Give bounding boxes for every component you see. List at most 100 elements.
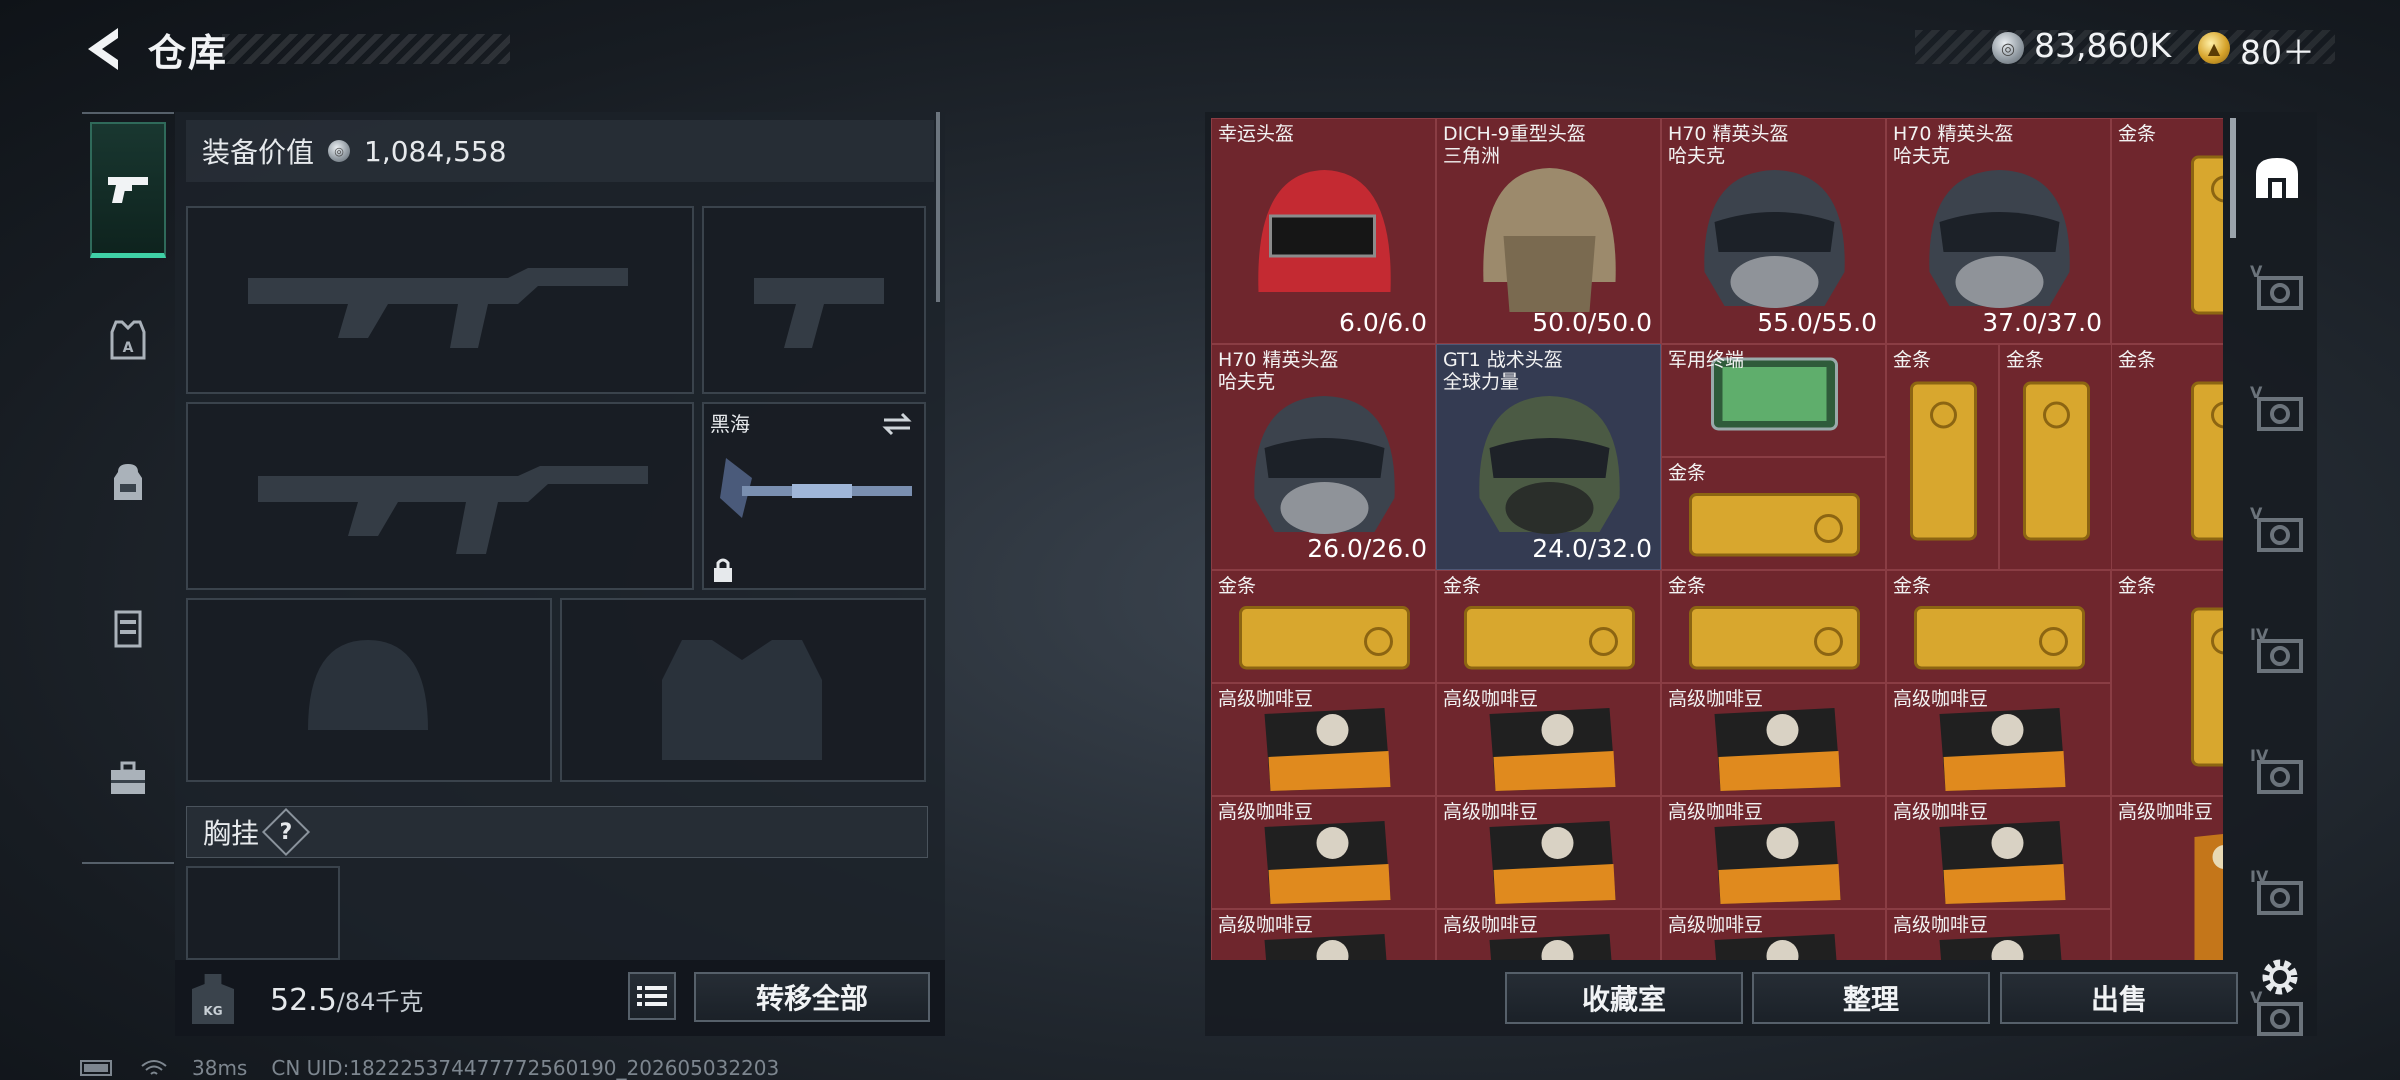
item-name: 金条	[2118, 349, 2157, 371]
help-icon[interactable]: ?	[261, 807, 311, 857]
inventory-item[interactable]: GT1 战术头盔 全球力量 24.0/32.0	[1436, 344, 1661, 570]
inventory-item[interactable]: H70 精英头盔 哈夫克 55.0/55.0	[1661, 118, 1886, 344]
organize-button[interactable]: 整理	[1752, 972, 1990, 1024]
item-name: 金条	[1668, 575, 1707, 597]
inventory-item[interactable]: 高级咖啡豆	[1886, 796, 2111, 909]
item-name: 金条	[1893, 349, 1932, 371]
item-name: 高级咖啡豆	[1443, 688, 1539, 710]
item-name: 高级咖啡豆	[1668, 914, 1764, 936]
carry-weight: 52.5/84千克	[270, 982, 423, 1018]
container-slot[interactable]: IV	[2248, 867, 2306, 925]
tab-backpack[interactable]	[90, 414, 166, 550]
inventory-item[interactable]: 金条	[2111, 570, 2223, 796]
pistol-icon	[108, 176, 148, 203]
container-level: IV	[2250, 746, 2269, 765]
melee-slot[interactable]: 黑海	[702, 402, 926, 590]
silver-coin-icon: ◎	[1992, 32, 2024, 64]
page-title: 仓库	[148, 31, 229, 75]
back-arrow-icon[interactable]	[78, 22, 126, 76]
inventory-item[interactable]: H70 精英头盔 哈夫克 26.0/26.0	[1211, 344, 1436, 570]
inventory-item[interactable]: 金条	[1999, 344, 2112, 570]
item-name: 军用终端	[1668, 349, 1745, 371]
inventory-item[interactable]: 军用终端	[1661, 344, 1886, 457]
container-slot[interactable]: V	[2248, 383, 2306, 441]
inventory-item[interactable]: 金条	[2111, 344, 2223, 570]
inventory-item[interactable]: DICH-9重型头盔 三角洲 50.0/50.0	[1436, 118, 1661, 344]
weight-max: /84千克	[336, 988, 424, 1016]
helmet-slot[interactable]	[186, 598, 552, 782]
collection-room-button[interactable]: 收藏室	[1505, 972, 1743, 1024]
swap-icon[interactable]	[880, 410, 914, 438]
pistol-silhouette-icon	[754, 278, 884, 348]
list-icon	[637, 986, 667, 1006]
helmet-silhouette-icon	[308, 640, 428, 730]
tab-safe-case[interactable]	[90, 710, 166, 846]
settings-gear-icon[interactable]	[2257, 954, 2303, 1000]
container-level: IV	[2250, 867, 2269, 886]
warehouse-home-button[interactable]	[2248, 148, 2306, 206]
item-name: 高级咖啡豆	[1218, 801, 1314, 823]
item-durability: 55.0/55.0	[1757, 308, 1877, 337]
container-slot[interactable]: V	[2248, 504, 2306, 562]
rifle-silhouette-icon	[248, 268, 628, 348]
gold-bar-icon	[2191, 155, 2223, 315]
inventory-item[interactable]: 高级咖啡豆	[2111, 796, 2223, 960]
inventory-item[interactable]: 金条	[2111, 118, 2223, 344]
loadout-scrollbar[interactable]	[936, 112, 940, 302]
pistol-slot[interactable]	[702, 206, 926, 394]
item-name: 金条	[2006, 349, 2045, 371]
inventory-item[interactable]: 高级咖啡豆	[1886, 909, 2111, 960]
tab-armor[interactable]: A	[90, 272, 166, 408]
inventory-item[interactable]: 高级咖啡豆	[1661, 909, 1886, 960]
inventory-item[interactable]: 高级咖啡豆	[1436, 683, 1661, 796]
item-name: 高级咖啡豆	[1668, 688, 1764, 710]
inventory-item[interactable]: 金条	[1436, 570, 1661, 683]
primary-weapon-slot[interactable]	[186, 206, 694, 394]
item-durability: 6.0/6.0	[1339, 308, 1427, 337]
inventory-item[interactable]: 高级咖啡豆	[1661, 796, 1886, 909]
container-slot[interactable]: IV	[2248, 625, 2306, 683]
inventory-item[interactable]: 高级咖啡豆	[1661, 683, 1886, 796]
inventory-item[interactable]: 高级咖啡豆	[1886, 683, 2111, 796]
item-name: 高级咖啡豆	[1218, 688, 1314, 710]
battery-icon	[80, 1060, 112, 1076]
inventory-item[interactable]: 金条	[1661, 457, 1886, 570]
premium-currency-amount[interactable]: 80＋	[2240, 26, 2315, 74]
gold-coin-icon: ▲	[2198, 32, 2230, 64]
status-footer: 38ms CN UID:182225374477772560190_202605…	[80, 1056, 779, 1080]
inventory-item[interactable]: 高级咖啡豆	[1211, 683, 1436, 796]
inventory-item[interactable]: 金条	[1886, 344, 1999, 570]
inventory-item[interactable]: 金条	[1886, 570, 2111, 683]
tab-weapons[interactable]	[90, 122, 166, 258]
list-view-button[interactable]	[628, 972, 676, 1020]
inventory-item[interactable]: H70 精英头盔 哈夫克 37.0/37.0	[1886, 118, 2111, 344]
body-armor-slot[interactable]	[560, 598, 926, 782]
item-name: 高级咖啡豆	[1443, 914, 1539, 936]
transfer-all-button[interactable]: 转移全部	[694, 972, 930, 1022]
inventory-item[interactable]: 高级咖啡豆	[1436, 796, 1661, 909]
item-durability: 24.0/32.0	[1532, 534, 1652, 563]
inventory-item[interactable]: 幸运头盔 6.0/6.0	[1211, 118, 1436, 344]
inventory-item[interactable]: 金条	[1661, 570, 1886, 683]
tab-chest-rig[interactable]	[90, 560, 166, 696]
item-name: GT1 战术头盔	[1443, 349, 1563, 371]
chest-rig-header: 胸挂 ?	[186, 806, 928, 858]
container-slot[interactable]: V	[2248, 262, 2306, 320]
item-name: 金条	[1218, 575, 1257, 597]
item-name: H70 精英头盔	[1668, 123, 1789, 145]
inventory-item[interactable]: 高级咖啡豆	[1436, 909, 1661, 960]
item-faction: 哈夫克	[1893, 145, 1951, 167]
gold-bar-icon	[2191, 381, 2223, 541]
item-faction: 全球力量	[1443, 371, 1520, 393]
item-faction: 哈夫克	[1668, 145, 1726, 167]
inventory-item[interactable]: 高级咖啡豆	[1211, 909, 1436, 960]
secondary-weapon-slot[interactable]	[186, 402, 694, 590]
inventory-item[interactable]: 金条	[1211, 570, 1436, 683]
ping-text: 38ms	[192, 1056, 248, 1080]
item-faction: 三角洲	[1443, 145, 1501, 167]
container-slot[interactable]: IV	[2248, 746, 2306, 804]
chest-rig-slot[interactable]	[186, 866, 340, 960]
sell-button[interactable]: 出售	[2000, 972, 2238, 1024]
briefcase-icon	[111, 761, 145, 794]
inventory-item[interactable]: 高级咖啡豆	[1211, 796, 1436, 909]
